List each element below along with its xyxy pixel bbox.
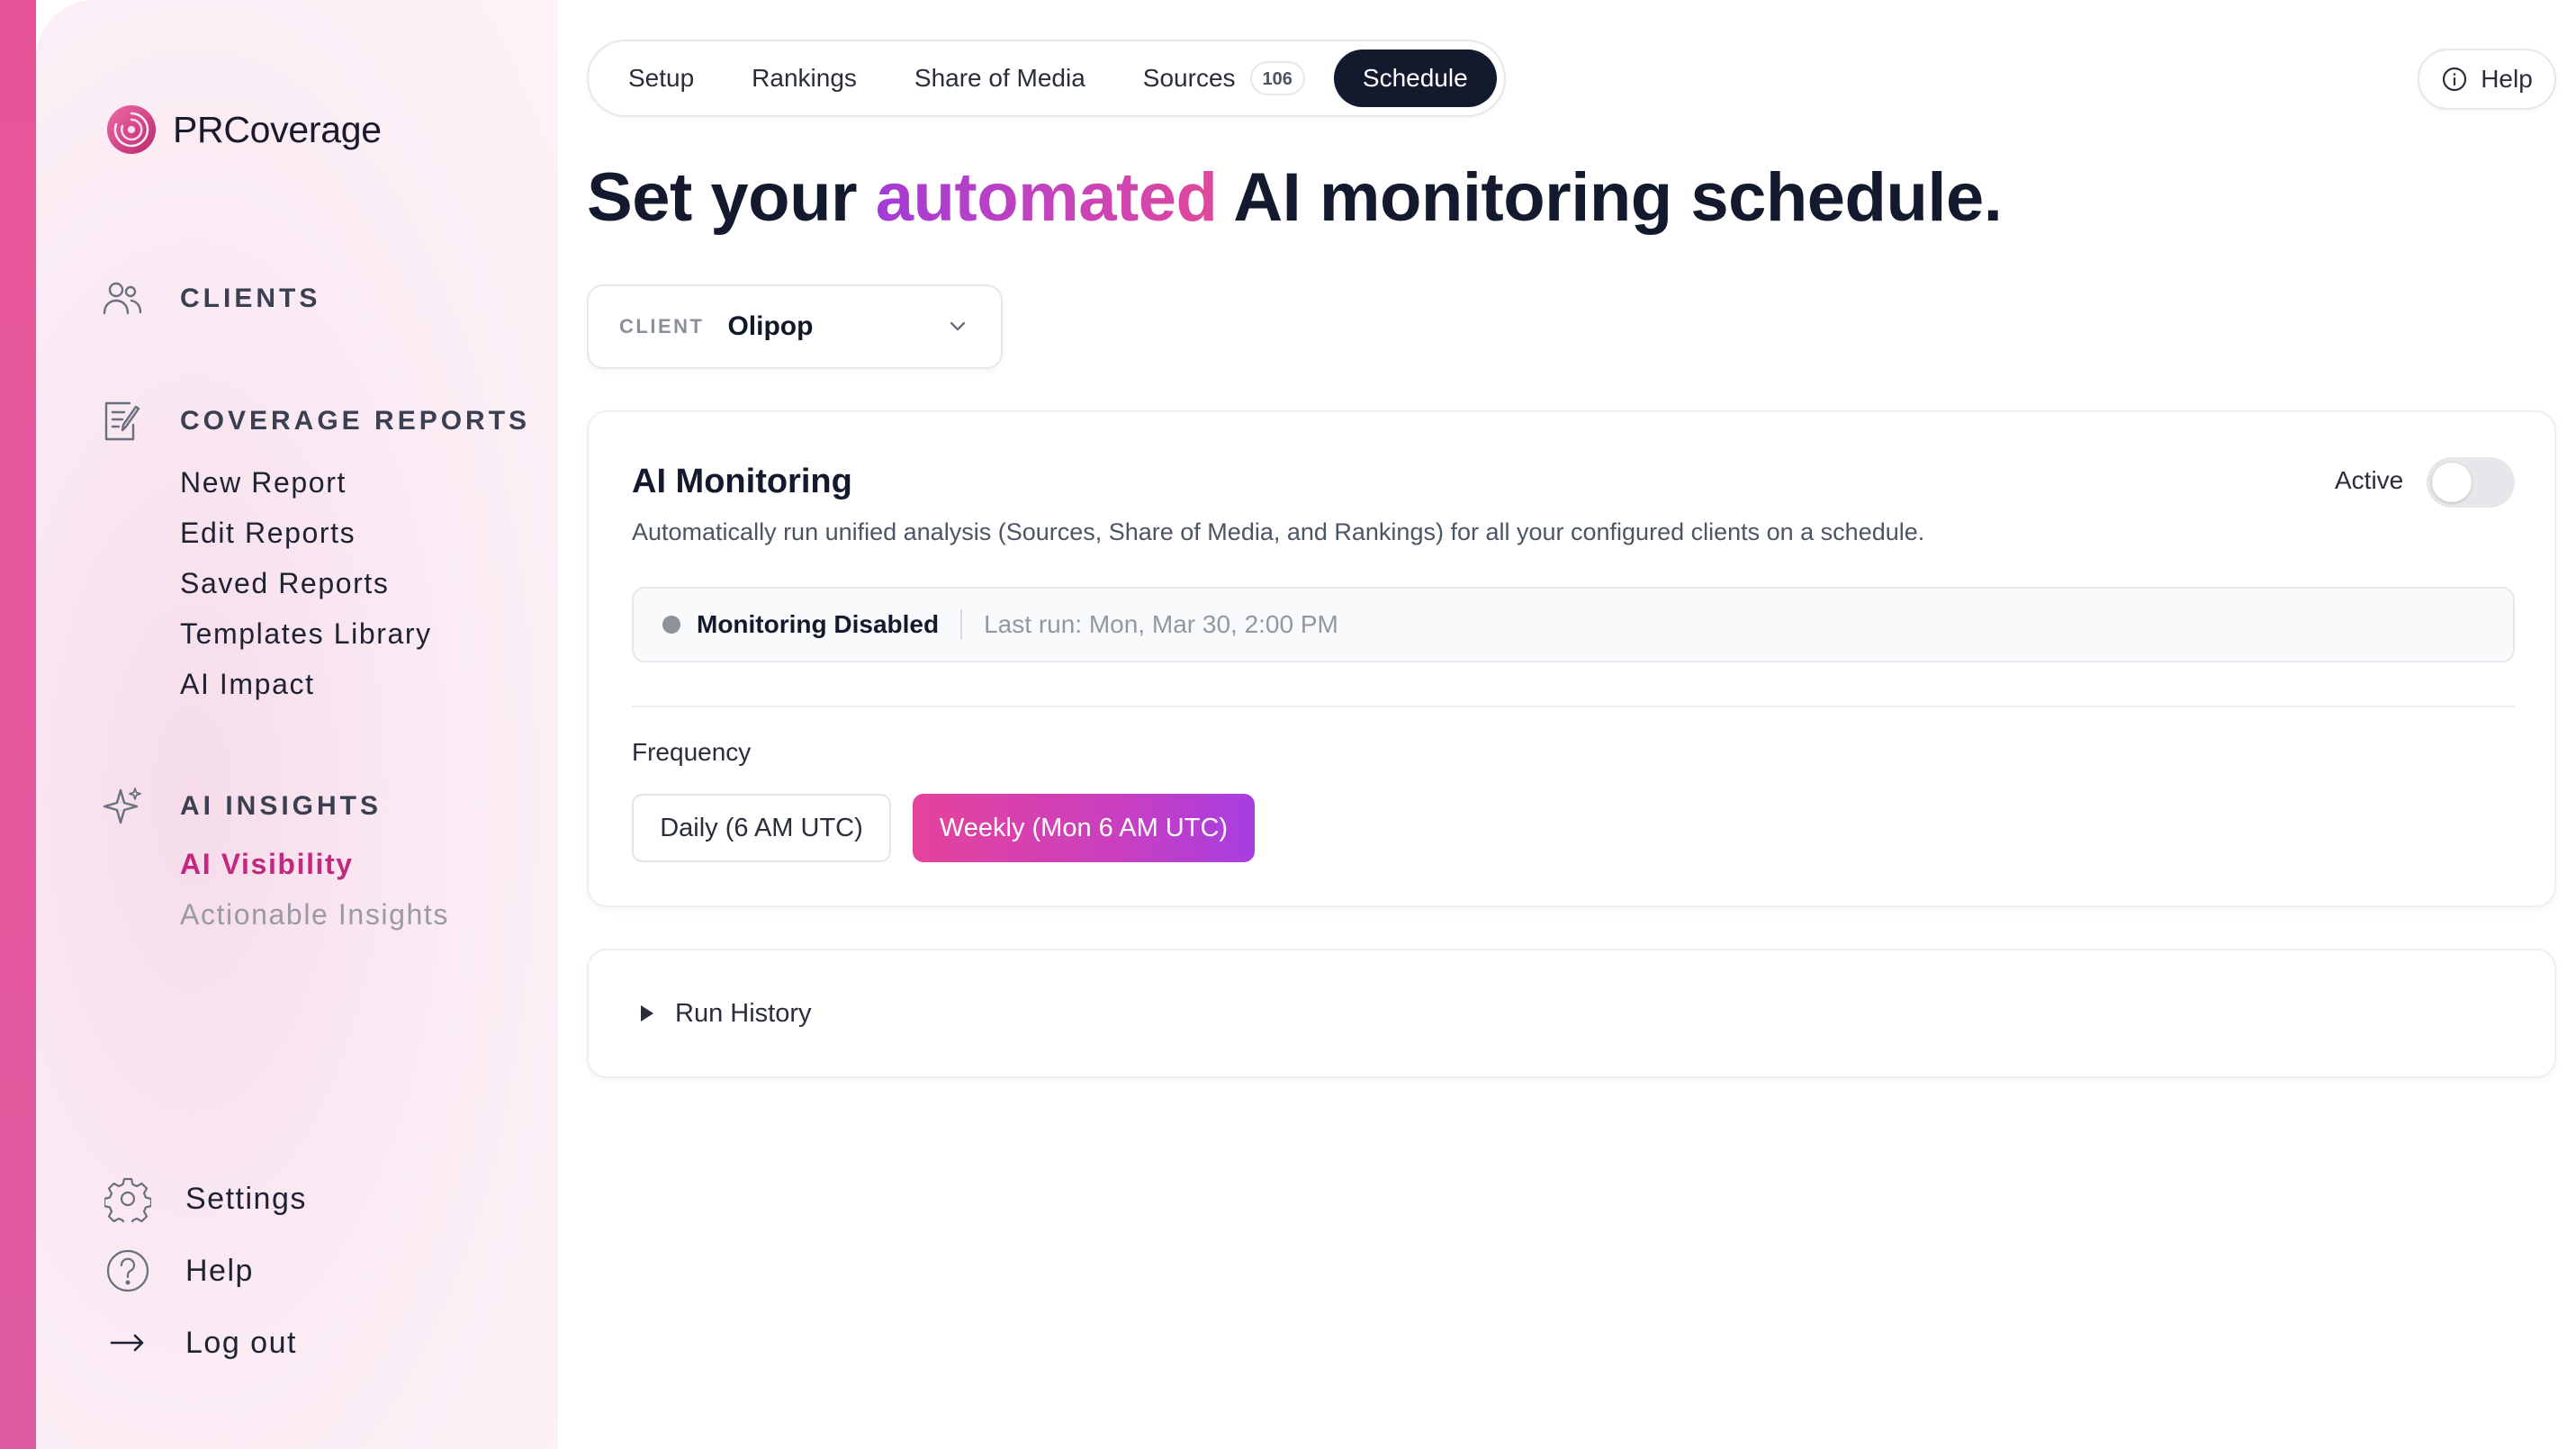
left-accent-strip — [0, 0, 36, 1449]
status-dot-icon — [662, 616, 680, 634]
frequency-weekly-button[interactable]: Weekly (Mon 6 AM UTC) — [913, 794, 1255, 862]
brand-logo[interactable]: PRCoverage — [106, 104, 382, 155]
divider — [632, 706, 2515, 707]
sidebar-section-label: COVERAGE REPORTS — [180, 406, 531, 436]
users-icon — [103, 282, 142, 315]
client-select-value: Olipop — [727, 311, 814, 341]
sidebar-item-ai-visibility[interactable]: AI Visibility — [180, 839, 449, 889]
info-circle-icon — [2443, 67, 2467, 92]
client-select-label: CLIENT — [619, 315, 705, 338]
chevron-down-icon — [950, 321, 966, 331]
report-edit-icon — [104, 401, 140, 441]
sources-count-badge: 106 — [1249, 61, 1305, 95]
ai-monitoring-card: AI Monitoring Automatically run unified … — [587, 410, 2556, 907]
help-label: Help — [2481, 65, 2533, 93]
card-description: Automatically run unified analysis (Sour… — [632, 518, 1925, 545]
page-title: Set your automated AI monitoring schedul… — [587, 158, 2003, 237]
tab-setup[interactable]: Setup — [599, 50, 723, 107]
frequency-label: Frequency — [632, 738, 752, 766]
ai-insights-list: AI Visibility Actionable Insights — [180, 839, 449, 940]
sidebar-section-label: AI INSIGHTS — [180, 791, 383, 821]
arrow-right-icon — [110, 1334, 144, 1352]
status-divider — [960, 609, 963, 640]
sidebar-item-label: Settings — [185, 1181, 307, 1216]
toggle-knob — [2432, 463, 2472, 502]
brand-name: PRCoverage — [173, 108, 382, 150]
sidebar-section-coverage-reports[interactable]: COVERAGE REPORTS — [99, 398, 530, 445]
sidebar-item-templates-library[interactable]: Templates Library — [180, 608, 432, 659]
question-circle-icon — [106, 1249, 149, 1292]
tab-sources[interactable]: Sources 106 — [1114, 50, 1334, 107]
sidebar-section-ai-insights[interactable]: AI INSIGHTS — [99, 783, 382, 830]
sidebar-item-label: Log out — [185, 1325, 297, 1360]
active-toggle[interactable] — [2427, 457, 2515, 508]
help-button[interactable]: Help — [2418, 49, 2556, 110]
tab-schedule[interactable]: Schedule — [1333, 50, 1497, 107]
tab-label: Sources — [1142, 64, 1236, 92]
active-toggle-label: Active — [2335, 466, 2404, 494]
run-history-label: Run History — [675, 998, 812, 1028]
card-title: AI Monitoring — [632, 463, 852, 500]
sidebar-item-help[interactable]: Help — [104, 1247, 254, 1294]
sparkle-icon — [103, 788, 141, 824]
frequency-daily-button[interactable]: Daily (6 AM UTC) — [632, 794, 891, 862]
section-tabs: Setup Rankings Share of Media Sources 10… — [587, 40, 1506, 117]
sidebar-item-logout[interactable]: Log out — [104, 1319, 297, 1366]
sidebar-item-clients[interactable]: CLIENTS — [99, 275, 320, 322]
tab-label: Rankings — [752, 64, 857, 92]
sidebar-item-saved-reports[interactable]: Saved Reports — [180, 558, 432, 608]
gear-icon — [104, 1177, 151, 1222]
run-history-toggle[interactable]: Run History — [587, 949, 2556, 1078]
coverage-reports-list: New Report Edit Reports Saved Reports Te… — [180, 457, 432, 709]
tab-share-of-media[interactable]: Share of Media — [886, 50, 1114, 107]
triangle-right-icon — [641, 1005, 653, 1022]
sidebar-item-new-report[interactable]: New Report — [180, 457, 432, 508]
last-run-text: Last run: Mon, Mar 30, 2:00 PM — [984, 610, 1338, 638]
title-accent-word: automated — [875, 159, 1218, 236]
tab-label: Schedule — [1362, 64, 1468, 92]
sidebar-item-ai-impact[interactable]: AI Impact — [180, 659, 432, 709]
client-select[interactable]: CLIENT Olipop — [587, 284, 1003, 369]
tab-label: Setup — [628, 64, 695, 92]
swirl-logo-icon — [107, 105, 156, 154]
monitoring-status-bar: Monitoring Disabled Last run: Mon, Mar 3… — [632, 587, 2515, 662]
sidebar: PRCoverage CLIENTS COVERAGE REPORTS New … — [36, 0, 558, 1449]
tab-label: Share of Media — [914, 64, 1085, 92]
sidebar-item-label: CLIENTS — [180, 284, 321, 313]
sidebar-item-actionable-insights[interactable]: Actionable Insights — [180, 889, 449, 940]
title-part: Set your — [587, 159, 876, 236]
status-badge: Monitoring Disabled — [697, 610, 940, 638]
tab-rankings[interactable]: Rankings — [723, 50, 886, 107]
sidebar-item-edit-reports[interactable]: Edit Reports — [180, 508, 432, 558]
sidebar-item-label: Help — [185, 1253, 254, 1288]
title-part: AI monitoring schedule. — [1217, 159, 2003, 236]
sidebar-item-settings[interactable]: Settings — [104, 1175, 307, 1222]
